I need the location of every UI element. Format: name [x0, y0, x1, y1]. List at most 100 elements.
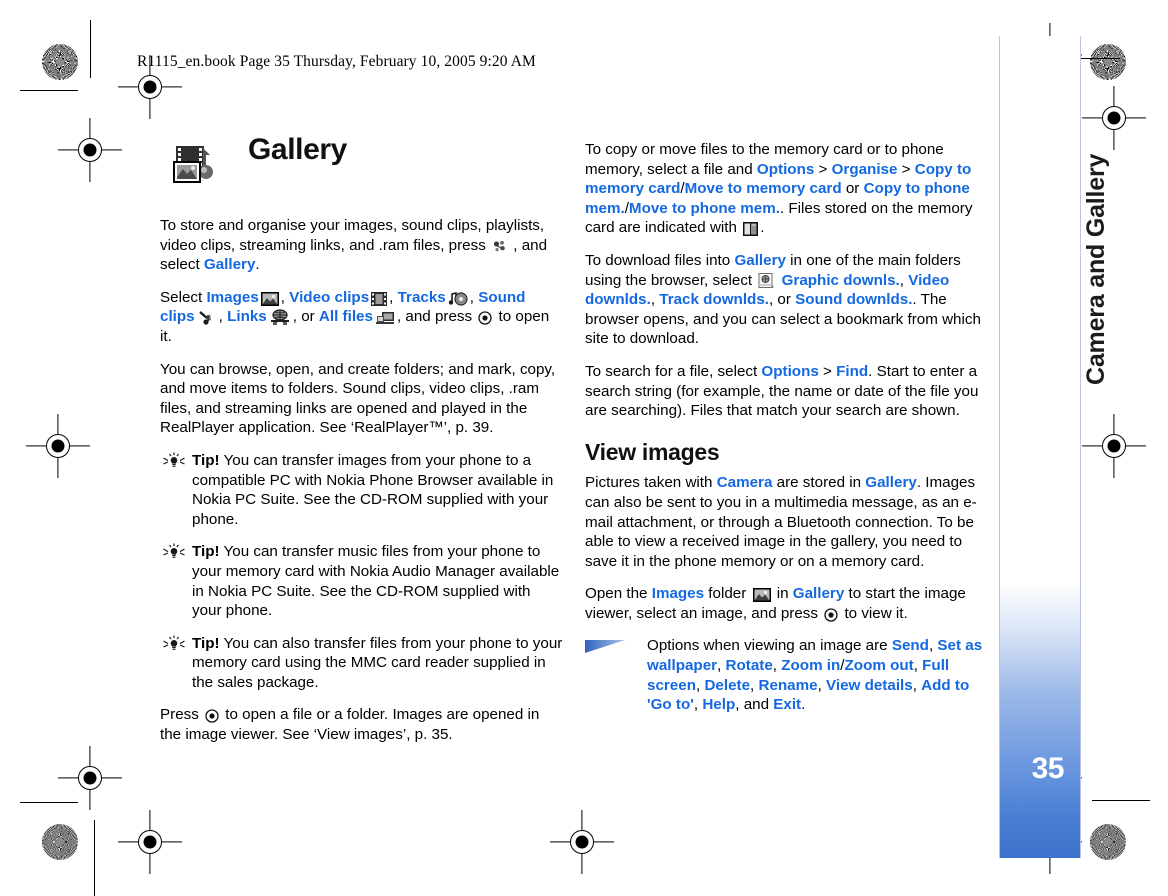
link-images[interactable]: Images	[652, 585, 704, 602]
text: or	[841, 180, 864, 198]
text: to view it.	[840, 604, 908, 622]
text: To download files into	[585, 251, 735, 269]
note-text: Options when viewing an image are	[647, 637, 892, 655]
registration-mark-bottom-left-inner	[58, 746, 122, 810]
option-rename[interactable]: Rename	[758, 677, 817, 694]
video-clips-icon	[371, 291, 388, 306]
link-images[interactable]: Images	[206, 289, 258, 306]
paragraph-browse-folders: You can browse, open, and create folders…	[160, 360, 556, 437]
all-files-icon	[375, 310, 395, 325]
text: ,	[280, 288, 290, 306]
text: ,	[899, 271, 909, 289]
page-title: Gallery	[248, 133, 347, 166]
link-gallery[interactable]: Gallery	[865, 474, 917, 491]
link-gallery[interactable]: Gallery	[793, 585, 845, 602]
link-track-downlds[interactable]: Track downlds.	[659, 291, 769, 308]
sidebar-rule-left	[999, 36, 1000, 858]
tip-bulb-icon	[163, 635, 185, 653]
link-find[interactable]: Find	[836, 363, 868, 380]
print-control-starburst-bottom-right	[1090, 824, 1126, 860]
print-control-starburst-bottom-left	[42, 824, 78, 860]
registration-mark-bottom-center	[550, 810, 614, 874]
text: are stored in	[772, 474, 866, 492]
section-heading-view-images: View images	[585, 438, 720, 465]
text: .	[801, 696, 806, 714]
tip-bulb-icon	[163, 452, 185, 470]
note-arrow-icon	[585, 639, 629, 654]
link-gallery[interactable]: Gallery	[734, 252, 786, 269]
text: ,	[218, 308, 228, 326]
text: .	[760, 219, 765, 237]
paragraph-search-file: To search for a file, select Options > F…	[585, 362, 985, 421]
paragraph-copy-move-files: To copy or move files to the memory card…	[585, 140, 985, 238]
text: .	[255, 256, 260, 274]
option-rotate[interactable]: Rotate	[726, 657, 773, 674]
tip-item: Tip! You can also transfer files from yo…	[160, 634, 563, 693]
option-view-details[interactable]: View details	[826, 677, 913, 694]
paragraph-store-organise: To store and organise your images, sound…	[160, 216, 563, 275]
chapter-sidebar	[1000, 36, 1080, 858]
text: >	[897, 160, 915, 178]
link-all-files[interactable]: All files	[319, 308, 373, 325]
note-options-block: Options when viewing an image are Send, …	[585, 636, 985, 714]
option-zoom-in[interactable]: Zoom in	[781, 657, 840, 674]
link-move-to-memory-card[interactable]: Move to memory card	[685, 180, 842, 197]
left-column: Gallery To store and organise your image…	[160, 133, 563, 758]
tip-label: Tip!	[192, 451, 220, 469]
registration-mark-top-right-inner	[1082, 86, 1146, 150]
link-move-to-phone-mem[interactable]: Move to phone mem.	[629, 200, 780, 217]
option-zoom-out[interactable]: Zoom out	[845, 657, 914, 674]
tip-label: Tip!	[192, 634, 220, 652]
paragraph-press-to-open: Press to open a file or a folder. Images…	[160, 705, 563, 744]
sound-clips-icon	[197, 309, 217, 325]
text: To store and organise your images, sound…	[160, 217, 545, 254]
paragraph-open-images-folder: Open the Images folder in Gallery to sta…	[585, 584, 985, 623]
book-header-line: R1115_en.book Page 35 Thursday, February…	[137, 53, 536, 70]
link-tracks[interactable]: Tracks	[398, 289, 446, 306]
paragraph-download-files: To download files into Gallery in one of…	[585, 251, 985, 349]
tip-item: Tip! You can transfer images from your p…	[160, 451, 563, 529]
chapter-title: Camera and Gallery	[1082, 153, 1110, 385]
scroll-key-icon	[824, 608, 838, 622]
text: in	[772, 585, 793, 603]
crop-line-top-left-vertical	[90, 20, 92, 78]
link-options[interactable]: Options	[761, 363, 818, 380]
link-links[interactable]: Links	[227, 308, 267, 325]
tip-bulb-icon	[163, 543, 185, 561]
text: Press	[160, 706, 204, 724]
chapter-title-container: Camera and Gallery	[1082, 154, 1162, 455]
text: ,	[469, 288, 479, 306]
text: , and press	[396, 308, 477, 326]
print-control-starburst-top-right	[1090, 44, 1126, 80]
sidebar-rule-right	[1080, 36, 1081, 858]
crop-line-bottom-left-vertical	[94, 820, 96, 896]
link-sound-downlds[interactable]: Sound downlds.	[795, 291, 912, 308]
registration-mark-top-left-inner	[58, 118, 122, 182]
link-options[interactable]: Options	[757, 161, 814, 178]
option-send[interactable]: Send	[892, 637, 929, 654]
link-gallery[interactable]: Gallery	[204, 256, 256, 273]
text: Pictures taken with	[585, 474, 717, 492]
text: , or	[768, 291, 796, 309]
right-column: To copy or move files to the memory card…	[585, 140, 985, 715]
option-help[interactable]: Help	[702, 696, 735, 713]
print-control-starburst-top-left	[42, 44, 78, 80]
browser-downloads-icon	[758, 272, 775, 289]
registration-mark-bottom-left-outer	[118, 810, 182, 874]
memory-card-icon	[743, 222, 759, 237]
option-exit[interactable]: Exit	[773, 696, 801, 713]
link-video-clips[interactable]: Video clips	[289, 289, 369, 306]
scroll-key-icon	[205, 709, 219, 724]
links-icon	[269, 309, 291, 326]
text: >	[818, 362, 837, 380]
text: To search for a file, select	[585, 362, 762, 380]
tip-text: You can transfer music files from your p…	[192, 543, 560, 620]
text: >	[814, 160, 832, 178]
images-folder-icon	[260, 291, 279, 306]
link-graphic-downls[interactable]: Graphic downls.	[782, 272, 900, 289]
tracks-icon	[448, 291, 468, 306]
link-camera[interactable]: Camera	[717, 474, 773, 491]
option-delete[interactable]: Delete	[704, 677, 750, 694]
link-organise[interactable]: Organise	[832, 161, 898, 178]
text: folder	[704, 585, 751, 603]
